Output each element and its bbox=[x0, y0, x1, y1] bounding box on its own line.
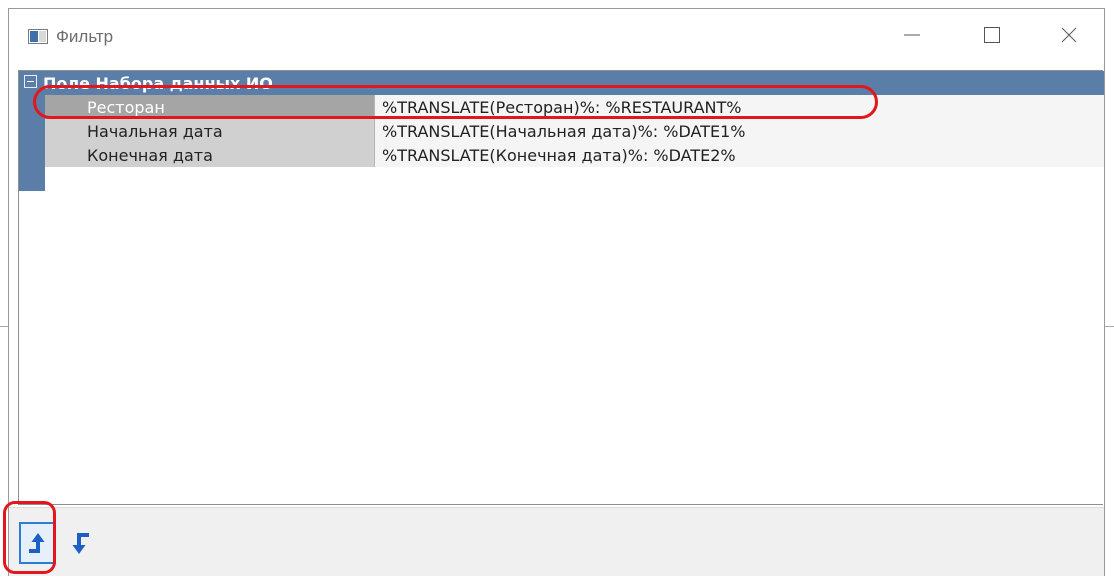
annotation-highlight-row bbox=[33, 85, 878, 119]
property-value: %TRANSLATE(Начальная дата)%: %DATE1% bbox=[382, 122, 746, 141]
property-value-cell[interactable]: %TRANSLATE(Начальная дата)%: %DATE1% bbox=[375, 119, 1104, 143]
property-value: %TRANSLATE(Конечная дата)%: %DATE2% bbox=[382, 146, 736, 165]
property-value-cell[interactable]: %TRANSLATE(Конечная дата)%: %DATE2% bbox=[375, 143, 1104, 167]
maximize-button[interactable] bbox=[969, 9, 1015, 65]
arrow-turn-back-icon bbox=[72, 533, 89, 554]
property-grid: Поле Набора данных ИО Ресторан %TRANSLAT… bbox=[18, 70, 1104, 505]
background-divider-left bbox=[0, 326, 8, 327]
collapse-minus-icon[interactable] bbox=[24, 75, 37, 88]
move-back-button[interactable] bbox=[63, 522, 100, 564]
property-name: Начальная дата bbox=[87, 122, 223, 141]
property-name-cell[interactable]: Конечная дата bbox=[45, 143, 375, 167]
title-bar[interactable]: Фильтр bbox=[9, 9, 1104, 65]
background-divider-right bbox=[1105, 326, 1114, 327]
annotation-highlight-button bbox=[3, 501, 56, 574]
app-window-icon bbox=[28, 29, 48, 44]
close-button[interactable] bbox=[1046, 9, 1092, 65]
property-row-end-date[interactable]: Конечная дата %TRANSLATE(Конечная дата)%… bbox=[45, 143, 1104, 167]
minimize-icon bbox=[904, 34, 920, 36]
close-icon bbox=[1061, 27, 1077, 43]
property-row-start-date[interactable]: Начальная дата %TRANSLATE(Начальная дата… bbox=[45, 119, 1104, 143]
maximize-icon bbox=[984, 27, 1000, 43]
bottom-toolbar bbox=[9, 507, 1104, 576]
property-name-cell[interactable]: Начальная дата bbox=[45, 119, 375, 143]
minimize-button[interactable] bbox=[889, 9, 935, 65]
window-title: Фильтр bbox=[56, 27, 114, 46]
property-name: Конечная дата bbox=[87, 146, 213, 165]
